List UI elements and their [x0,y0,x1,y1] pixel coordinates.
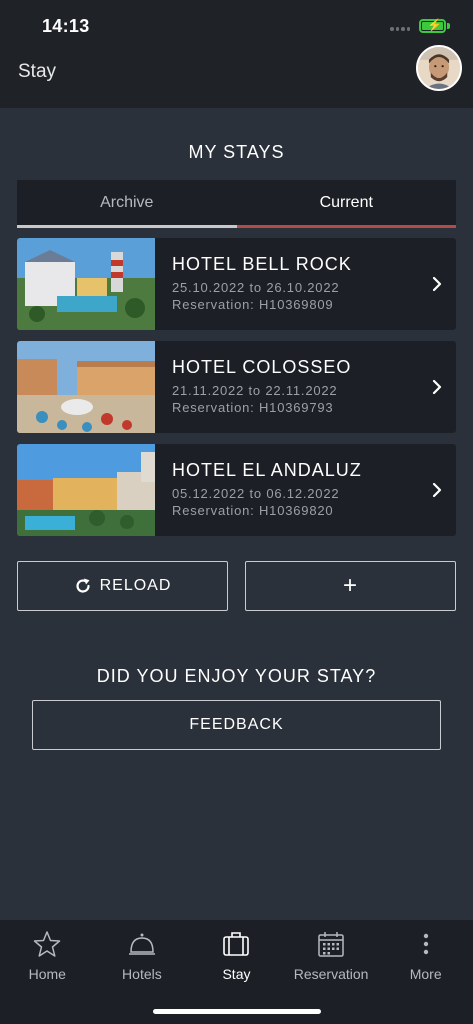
hotel-name: HOTEL COLOSSEO [172,357,352,377]
signal-icon [390,27,410,32]
tab-current-underline [236,225,456,228]
bell-icon [128,933,155,955]
status-time: 14:13 [42,16,90,36]
page-title: Stay [18,61,57,82]
chevron-right-icon [432,482,442,498]
reload-button[interactable]: RELOAD [17,561,228,611]
nav-hotels-label: Hotels [122,966,162,982]
reservation-number: Reservation: H10369809 [172,297,334,312]
plus-icon: + [342,572,358,599]
avatar-photo [418,47,460,89]
stay-card-colosseo[interactable]: HOTEL COLOSSEO 21.11.2022 to 22.11.2022 … [17,341,456,433]
add-stay-button[interactable]: + [245,561,456,611]
calendar-icon [318,932,344,957]
hotel-name: HOTEL EL ANDALUZ [172,460,362,480]
reload-label: RELOAD [99,577,172,594]
hotel-bell-rock-image [17,238,155,330]
nav-stay[interactable]: Stay [189,928,284,982]
star-icon [34,931,61,957]
hotel-name: HOTEL BELL ROCK [172,254,352,274]
feedback-label: FEEDBACK [189,716,284,733]
tab-archive[interactable]: Archive [17,180,237,228]
avatar[interactable] [416,45,462,91]
stay-dates: 25.10.2022 to 26.10.2022 [172,280,340,295]
more-icon [423,933,428,955]
feedback-button[interactable]: FEEDBACK [32,700,441,750]
reservation-number: Reservation: H10369793 [172,400,334,415]
nav-reservation-label: Reservation [293,966,369,982]
stays-tabs: Archive Current [17,180,456,228]
nav-more-label: More [409,966,442,982]
chevron-right-icon [432,379,442,395]
status-bar: 14:13 ⚡ [0,0,473,50]
nav-home[interactable]: Home [0,928,95,982]
chevron-right-icon [432,276,442,292]
nav-hotels[interactable]: Hotels [95,928,190,982]
nav-more[interactable]: More [378,928,473,982]
app-bar: Stay [0,45,473,108]
refresh-icon [76,578,90,593]
my-stays-heading: MY STAYS [188,142,285,162]
home-indicator [153,1009,321,1014]
battery-icon: ⚡ [419,18,446,33]
stay-card-bell-rock[interactable]: HOTEL BELL ROCK 25.10.2022 to 26.10.2022… [17,238,456,330]
stay-dates: 05.12.2022 to 06.12.2022 [172,486,340,501]
suitcase-icon [223,932,250,956]
hotel-el-andaluz-image [17,444,155,536]
battery-nub [447,23,450,29]
hotel-colosseo-image [17,341,155,433]
nav-stay-label: Stay [222,966,251,982]
tab-current[interactable]: Current [237,180,457,228]
nav-reservation[interactable]: Reservation [284,928,379,982]
stay-dates: 21.11.2022 to 22.11.2022 [172,383,338,398]
tab-archive-underline [17,225,237,228]
nav-home-label: Home [28,966,66,982]
stay-card-el-andaluz[interactable]: HOTEL EL ANDALUZ 05.12.2022 to 06.12.202… [17,444,456,536]
feedback-question: DID YOU ENJOY YOUR STAY? [96,666,377,686]
reservation-number: Reservation: H10369820 [172,503,334,518]
